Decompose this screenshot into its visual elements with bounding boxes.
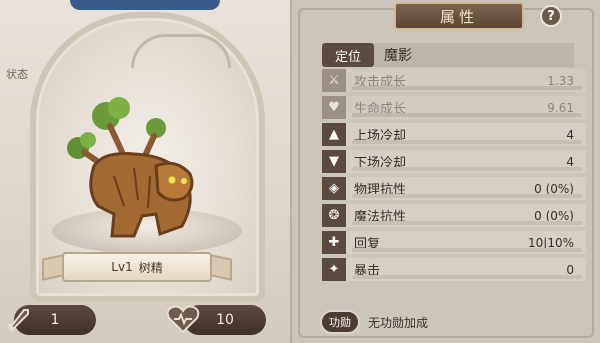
top-decoration <box>70 0 220 10</box>
attribute-row: ✚ 回复 10|10% <box>322 231 586 254</box>
up-arrow-icon: ▲ <box>322 123 346 146</box>
claw-icon: ✦ <box>322 258 346 281</box>
hero-level: Lv1 <box>111 260 133 274</box>
attribute-row: ▼ 下场冷却 4 <box>322 150 586 173</box>
row-divider <box>352 113 582 117</box>
help-button[interactable]: ? <box>540 5 562 27</box>
hero-portrait-panel: 状态 Lv1 树精 1 10 <box>0 0 290 343</box>
physical-shield-icon: ◈ <box>322 177 346 200</box>
attribute-row: ⚔ 攻击成长 1.33 <box>322 69 586 92</box>
status-tab[interactable]: 状态 <box>6 66 28 82</box>
sword-icon: ⚔ <box>322 69 346 92</box>
hero-name: 树精 <box>138 260 163 275</box>
row-divider <box>352 275 582 279</box>
row-divider <box>352 194 582 198</box>
plus-icon: ✚ <box>322 231 346 254</box>
merit-badge[interactable]: 功勋 <box>320 310 360 334</box>
attribute-row: ♥ 生命成长 9.61 <box>322 96 586 119</box>
attribute-row: ▲ 上场冷却 4 <box>322 123 586 146</box>
heart-icon <box>164 300 202 338</box>
attribute-row: ✦ 暴击 0 <box>322 258 586 281</box>
row-divider <box>352 86 582 90</box>
attack-value: 1 <box>50 312 60 328</box>
row-divider <box>352 248 582 252</box>
attributes-title: 属性 <box>394 2 524 30</box>
hp-value: 10 <box>216 312 234 328</box>
role-value: 魔影 <box>374 43 574 67</box>
hero-name-banner: Lv1 树精 <box>62 252 212 282</box>
attribute-row: ❂ 魔法抗性 0 (0%) <box>322 204 586 227</box>
sword-icon <box>0 300 38 338</box>
attribute-list: ⚔ 攻击成长 1.33 ♥ 生命成长 9.61 ▲ 上场冷却 4 ▼ 下场冷却 4 ◈ 物理抗性 0 (0%… <box>322 69 586 285</box>
magic-shield-icon: ❂ <box>322 204 346 227</box>
row-divider <box>352 167 582 171</box>
attribute-row: ◈ 物理抗性 0 (0%) <box>322 177 586 200</box>
frame-ornament <box>131 34 231 68</box>
row-divider <box>352 221 582 225</box>
heart-icon: ♥ <box>322 96 346 119</box>
treant-character-illustration <box>67 97 194 238</box>
down-arrow-icon: ▼ <box>322 150 346 173</box>
role-label: 定位 <box>322 43 374 67</box>
row-divider <box>352 140 582 144</box>
merit-row: 功勋 无功勋加成 <box>320 309 584 335</box>
merit-text: 无功勋加成 <box>368 315 429 330</box>
